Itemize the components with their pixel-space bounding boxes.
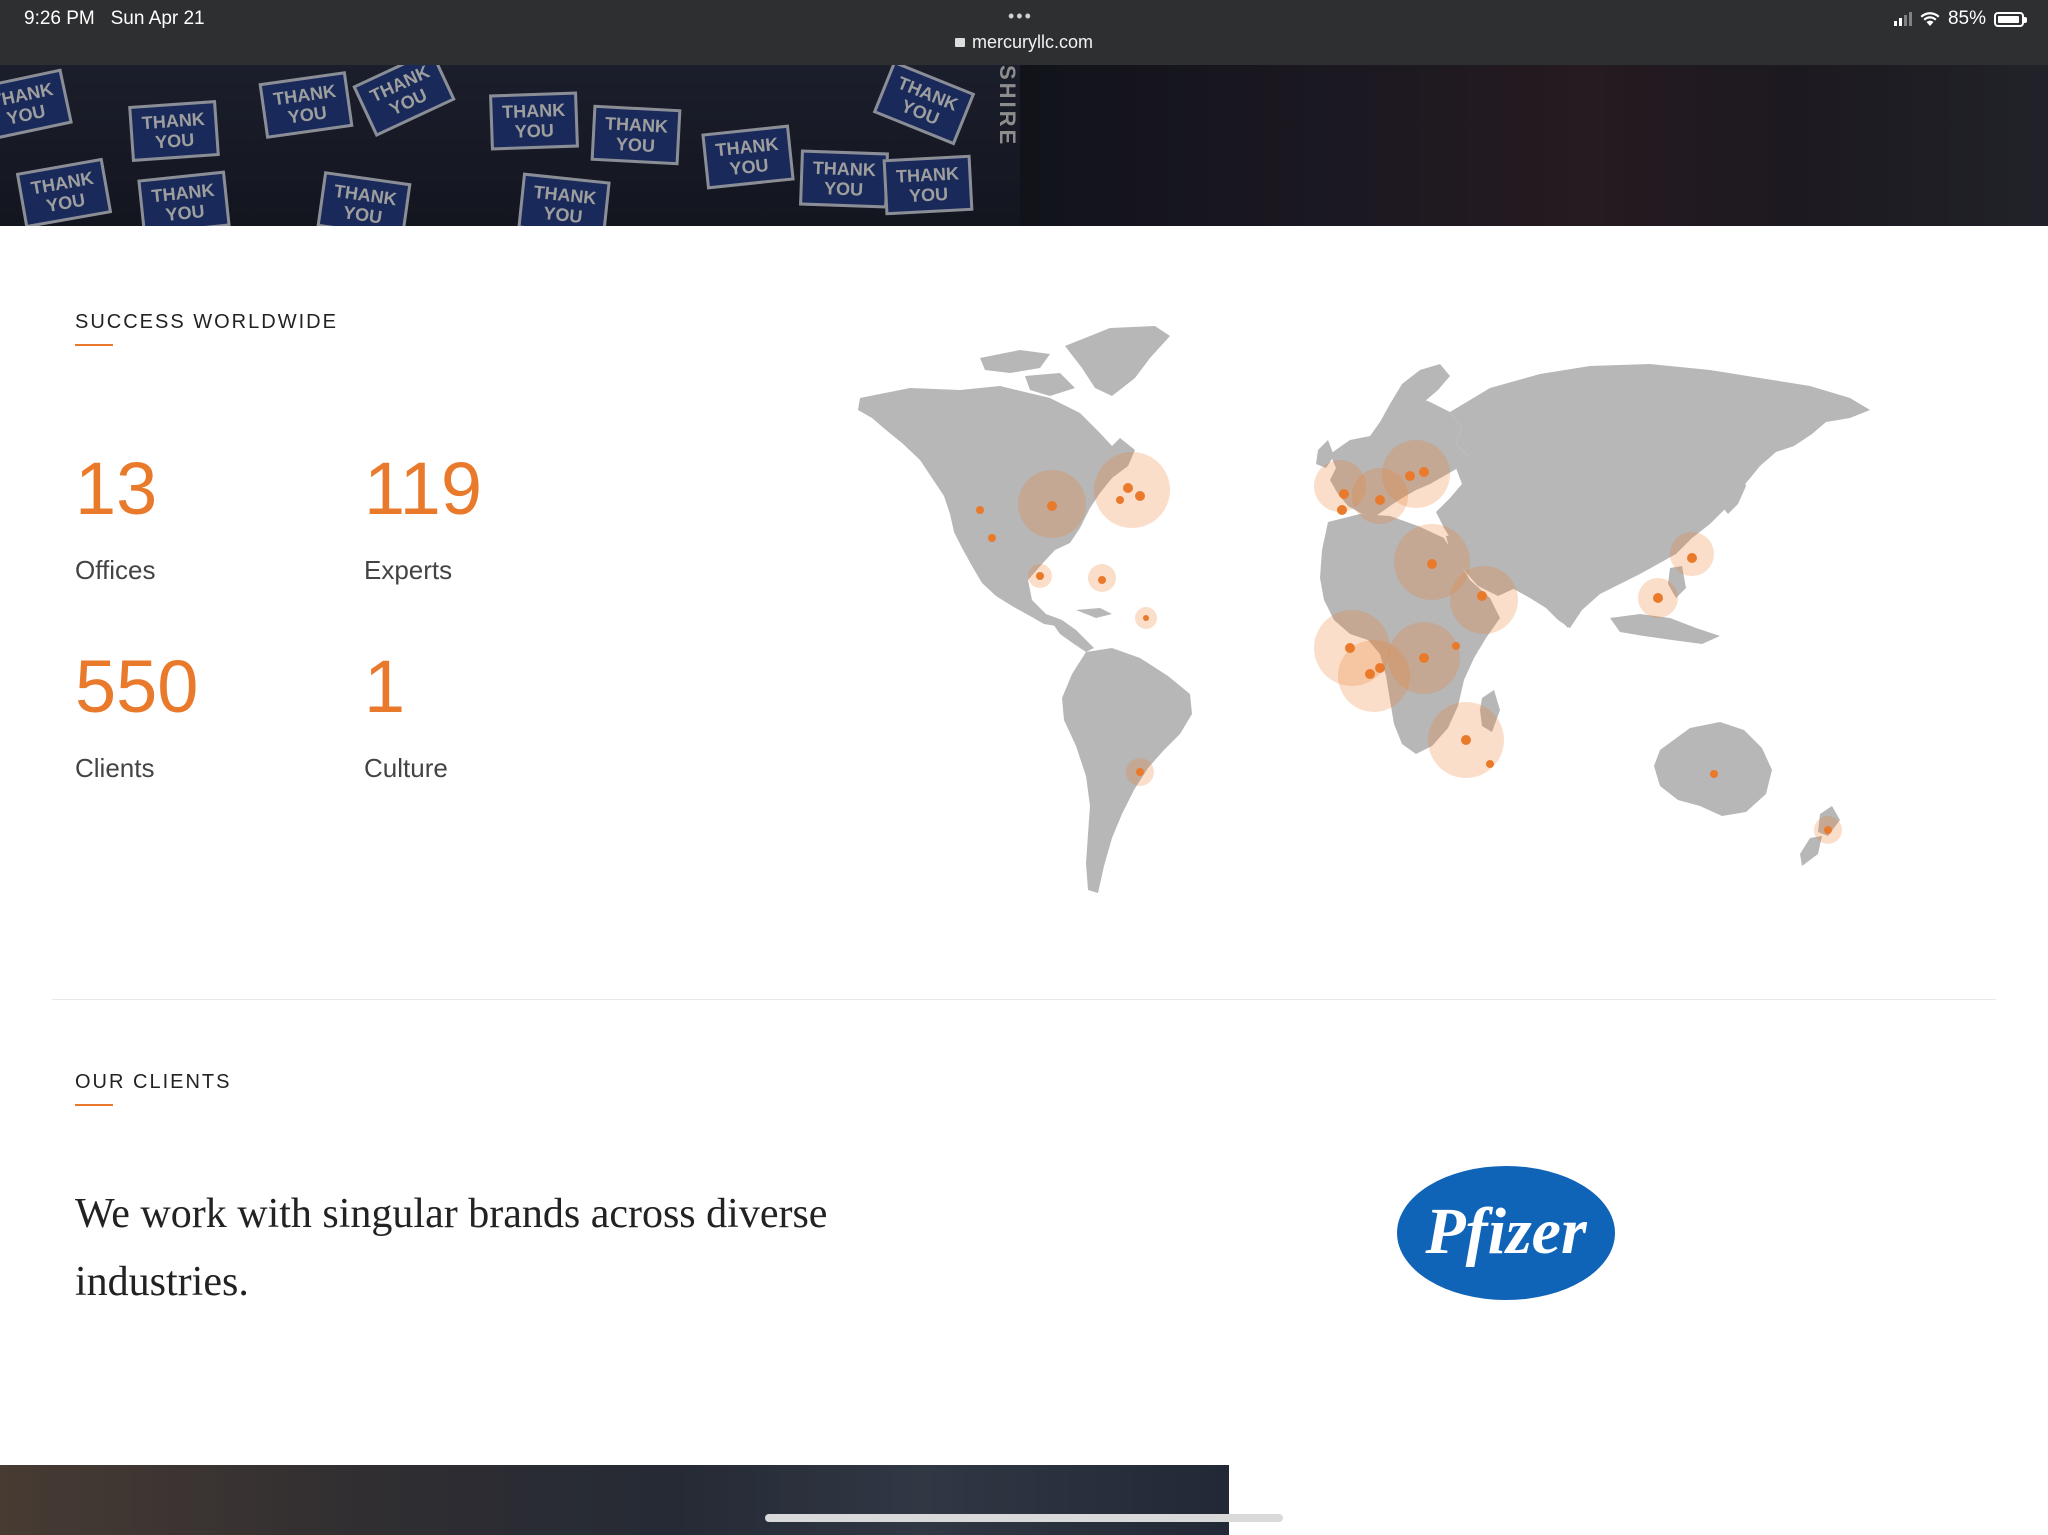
world-map: [858, 326, 1870, 893]
stat-experts-value: 119: [364, 447, 482, 530]
map-land: [858, 326, 1870, 893]
section-heading-clients: OUR CLIENTS: [75, 1071, 232, 1093]
more-dots-icon[interactable]: •••: [1008, 6, 1033, 27]
status-bar: 9:26 PM Sun Apr 21 ••• mercuryllc.com 85…: [0, 0, 2048, 65]
section-divider: [52, 999, 1996, 1000]
url-text: mercuryllc.com: [971, 32, 1093, 52]
stat-culture-label: Culture: [364, 753, 448, 783]
battery-percent: 85%: [1947, 8, 1986, 29]
heading-underline: [75, 1104, 113, 1106]
stat-offices-label: Offices: [75, 555, 156, 585]
pfizer-logo[interactable]: Pfizer: [1396, 1165, 1616, 1302]
status-time: 9:26 PM Sun Apr 21: [24, 8, 205, 29]
signal-icon: [1893, 12, 1912, 26]
wifi-icon: [1920, 12, 1940, 26]
hero-banner-image: THANK YOU THANK YOU THANK YOU THANK YOU …: [0, 65, 2048, 226]
stat-offices-value: 13: [75, 447, 158, 530]
stat-experts-label: Experts: [364, 555, 453, 585]
status-indicators: 85%: [1893, 8, 2027, 30]
section-heading-success: SUCCESS WORLDWIDE: [75, 311, 338, 333]
battery-icon: [1994, 11, 2027, 27]
url-bar[interactable]: mercuryllc.com: [0, 32, 2048, 53]
heading-underline: [75, 344, 113, 346]
clients-tagline: We work with singular brands across dive…: [75, 1191, 828, 1305]
stat-clients-value: 550: [75, 645, 199, 728]
lock-icon: [954, 38, 965, 47]
home-indicator[interactable]: [765, 1514, 1283, 1522]
pfizer-logo-text: Pfizer: [1424, 1195, 1588, 1268]
stat-culture-value: 1: [364, 645, 406, 728]
stat-clients-label: Clients: [75, 753, 155, 783]
